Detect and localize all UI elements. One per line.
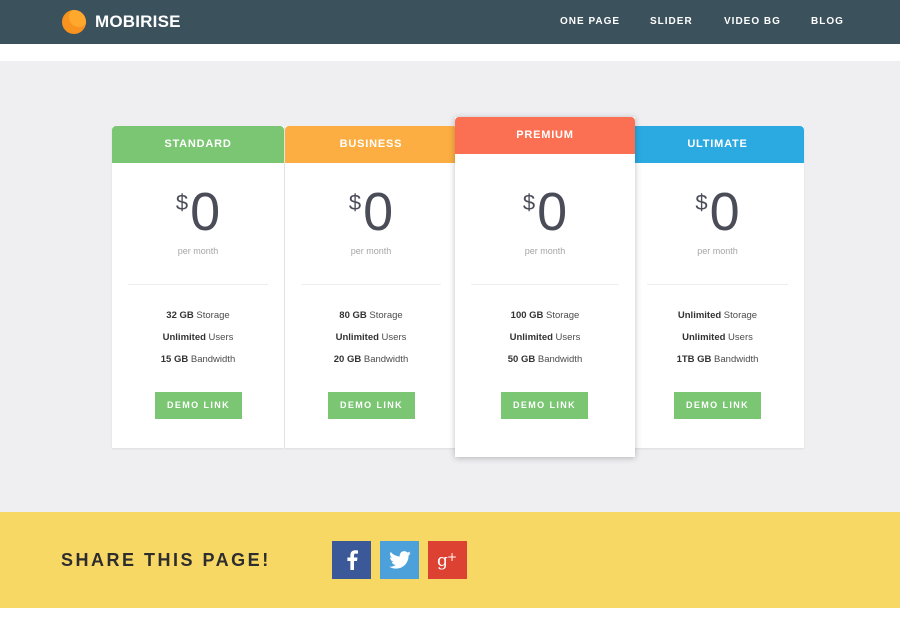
price: $ 0	[112, 182, 284, 242]
currency-symbol: $	[522, 190, 536, 215]
feature-storage: Unlimited Storage	[677, 310, 758, 321]
price-amount: 0	[363, 182, 394, 242]
divider	[128, 284, 268, 285]
price-period: per month	[524, 246, 566, 256]
twitter-share-button[interactable]	[380, 541, 419, 579]
demo-link-button[interactable]: DEMO LINK	[328, 392, 415, 419]
feature-bandwidth: 1TB GB Bandwidth	[676, 354, 759, 365]
price-period: per month	[697, 246, 738, 256]
card-header: PREMIUM	[455, 117, 635, 154]
currency-symbol: $	[175, 190, 189, 215]
price-period: per month	[350, 246, 392, 256]
share-section: SHARE THIS PAGE! g +	[0, 512, 900, 608]
feature-users: Unlimited Users	[509, 332, 581, 343]
pricing-card-ultimate: ULTIMATE $ 0 per month Unlimited Storage…	[631, 126, 804, 448]
divider	[301, 284, 441, 285]
divider	[471, 284, 619, 285]
feature-bandwidth: 20 GB Bandwidth	[333, 354, 409, 365]
feature-storage: 80 GB Storage	[339, 310, 403, 321]
card-header: ULTIMATE	[631, 126, 804, 163]
feature-storage: 32 GB Storage	[166, 310, 230, 321]
price: $ 0	[285, 182, 457, 242]
price-period: per month	[177, 246, 219, 256]
nav-link-one-page[interactable]: ONE PAGE	[560, 16, 620, 27]
brand-link[interactable]: MOBIRISE	[62, 10, 181, 34]
feature-users: Unlimited Users	[682, 332, 753, 343]
facebook-share-button[interactable]	[332, 541, 371, 579]
feature-users: Unlimited Users	[162, 332, 234, 343]
share-title: SHARE THIS PAGE!	[61, 550, 271, 570]
card-header: STANDARD	[112, 126, 284, 163]
navbar: MOBIRISE ONE PAGE SLIDER VIDEO BG BLOG	[0, 0, 900, 44]
pricing-card-business: BUSINESS $ 0 per month 80 GB Storage Unl…	[285, 126, 457, 448]
pricing-card-premium: PREMIUM $ 0 per month 100 GB Storage Unl…	[455, 117, 635, 457]
currency-symbol: $	[695, 190, 708, 215]
feature-bandwidth: 50 GB Bandwidth	[507, 354, 583, 365]
price: $ 0	[455, 182, 635, 242]
brand-name: MOBIRISE	[95, 12, 181, 31]
card-header: BUSINESS	[285, 126, 457, 163]
feature-users: Unlimited Users	[335, 332, 407, 343]
nav-link-slider[interactable]: SLIDER	[650, 16, 693, 27]
svg-text:+: +	[447, 550, 457, 564]
price-amount: 0	[537, 182, 568, 242]
demo-link-button[interactable]: DEMO LINK	[501, 392, 588, 419]
demo-link-button[interactable]: DEMO LINK	[674, 392, 761, 419]
mobirise-logo-icon	[62, 10, 86, 34]
twitter-icon	[388, 551, 411, 569]
price-amount: 0	[709, 182, 740, 242]
feature-bandwidth: 15 GB Bandwidth	[160, 354, 236, 365]
feature-storage: 100 GB Storage	[510, 310, 580, 321]
demo-link-button[interactable]: DEMO LINK	[155, 392, 242, 419]
price-amount: 0	[190, 182, 221, 242]
price: $ 0	[631, 182, 804, 242]
nav-link-blog[interactable]: BLOG	[811, 16, 844, 27]
google-plus-icon: g +	[437, 550, 457, 570]
currency-symbol: $	[348, 190, 362, 215]
google-plus-share-button[interactable]: g +	[428, 541, 467, 579]
nav-link-video-bg[interactable]: VIDEO BG	[724, 16, 781, 27]
facebook-icon	[346, 550, 358, 570]
pricing-card-standard: STANDARD $ 0 per month 32 GB Storage Unl…	[112, 126, 284, 448]
pricing-section: STANDARD $ 0 per month 32 GB Storage Unl…	[0, 61, 900, 512]
divider	[647, 284, 788, 285]
